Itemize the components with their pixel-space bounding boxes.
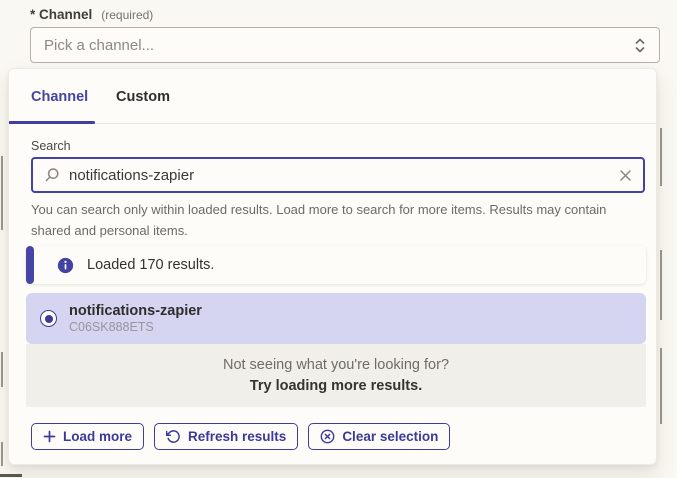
search-helper-text: You can search only within loaded result… bbox=[31, 200, 631, 242]
channel-dropdown-panel: Channel Custom Search You can search onl… bbox=[8, 68, 657, 465]
channel-select-placeholder: Pick a channel... bbox=[44, 37, 634, 54]
chevron-updown-icon bbox=[634, 37, 646, 54]
channel-option-selected[interactable]: notifications-zapier C06SK888ETS bbox=[26, 293, 646, 344]
tab-bar: Channel Custom bbox=[9, 69, 656, 124]
search-input[interactable] bbox=[69, 167, 610, 184]
action-bar: Load more Refresh results bbox=[31, 423, 450, 450]
channel-select[interactable]: Pick a channel... bbox=[30, 27, 660, 63]
occluded-field-edge bbox=[1, 352, 3, 387]
option-text: notifications-zapier C06SK888ETS bbox=[69, 302, 202, 336]
load-more-hint: Not seeing what you're looking for? Try … bbox=[26, 344, 646, 407]
search-label: Search bbox=[31, 139, 71, 153]
search-field[interactable] bbox=[31, 157, 645, 193]
search-icon bbox=[44, 167, 60, 183]
alert-text: Loaded 170 results. bbox=[87, 257, 214, 273]
screen: * Channel (required) Pick a channel... C… bbox=[0, 0, 677, 478]
hint-question: Not seeing what you're looking for? bbox=[223, 357, 449, 373]
load-more-button[interactable]: Load more bbox=[31, 423, 144, 450]
occluded-field-edge bbox=[660, 128, 662, 186]
occluded-field-edge bbox=[0, 474, 22, 477]
clear-selection-button[interactable]: Clear selection bbox=[308, 423, 450, 450]
clear-search-icon[interactable] bbox=[619, 169, 632, 182]
refresh-results-label: Refresh results bbox=[188, 429, 286, 444]
active-tab-underline bbox=[9, 121, 95, 124]
occluded-field-edge bbox=[660, 250, 662, 320]
alert-accent-bar bbox=[26, 246, 34, 284]
info-icon bbox=[57, 257, 74, 274]
option-subtitle: C06SK888ETS bbox=[69, 320, 202, 336]
plus-icon bbox=[43, 430, 56, 443]
info-alert: Loaded 170 results. bbox=[26, 246, 646, 284]
clear-selection-label: Clear selection bbox=[342, 429, 438, 444]
clear-circle-icon bbox=[320, 429, 335, 444]
option-title: notifications-zapier bbox=[69, 302, 202, 320]
refresh-icon bbox=[166, 429, 181, 444]
field-label-text: * Channel bbox=[30, 7, 92, 22]
load-more-label: Load more bbox=[63, 429, 132, 444]
occluded-field-edge bbox=[1, 156, 3, 230]
refresh-results-button[interactable]: Refresh results bbox=[154, 423, 298, 450]
hint-suggestion: Try loading more results. bbox=[250, 378, 422, 394]
field-required-text: (required) bbox=[101, 8, 153, 22]
occluded-field-edge bbox=[660, 348, 662, 424]
tab-custom[interactable]: Custom bbox=[116, 69, 170, 124]
occluded-field-edge bbox=[1, 442, 3, 466]
radio-selected-icon bbox=[40, 310, 57, 327]
tab-channel[interactable]: Channel bbox=[31, 69, 88, 124]
field-label: * Channel (required) bbox=[30, 7, 153, 22]
